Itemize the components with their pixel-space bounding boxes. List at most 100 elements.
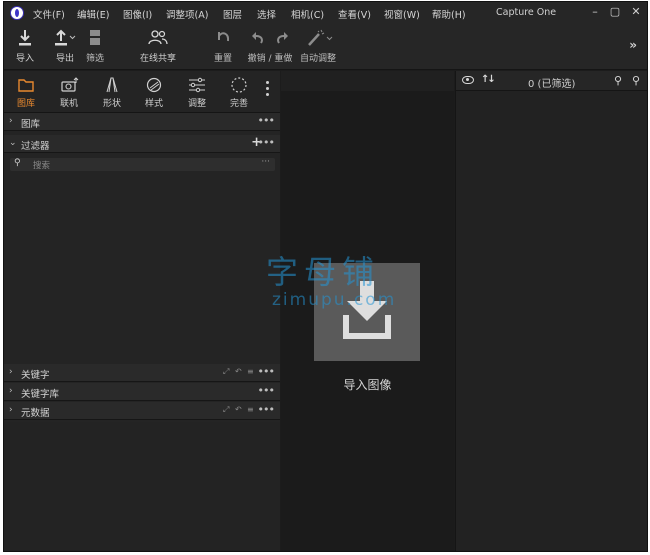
section-keywords-title: 关键字 [21, 370, 50, 381]
folder-icon [18, 79, 34, 92]
share-label: 在线共享 [140, 54, 177, 64]
expand-icon[interactable]: ⤢ [223, 405, 229, 415]
import-icon [19, 30, 31, 46]
close-button[interactable]: ✕ [629, 5, 643, 18]
menu-select[interactable]: 选择 [257, 7, 276, 21]
capture-one-window: 文件(F) 编辑(E) 图像(I) 调整项(A) 图层 选择 相机(C) 查看(… [3, 1, 648, 552]
tab-adjust[interactable]: 调整 [177, 75, 217, 109]
viewer: 导入图像 [281, 71, 454, 551]
left-tool-panel: 图库 联机 形状 样式 调整 完善 › 图库 ••• ⌄ 过滤器 + ••• ⚲… [4, 71, 280, 551]
style-icon [146, 77, 162, 93]
image-count: 0 (已筛选) [528, 79, 576, 90]
menu-image[interactable]: 图像(I) [123, 7, 152, 21]
tab-style-label: 样式 [144, 99, 163, 109]
auto-adjust-label: 自动调整 [300, 54, 337, 64]
section-metadata-title: 元数据 [21, 408, 50, 419]
chevron-right-icon: › [9, 386, 13, 396]
list-icon[interactable]: ≡ [247, 405, 254, 414]
menu-view[interactable]: 查看(V) [338, 7, 371, 21]
magic-wand-icon [308, 29, 333, 46]
tool-tabs: 图库 联机 形状 样式 调整 完善 [4, 71, 280, 113]
section-keyword-library-title: 关键字库 [21, 389, 60, 400]
tab-style[interactable]: 样式 [134, 75, 174, 109]
share-people-icon [148, 30, 168, 45]
sliders-icon [189, 77, 205, 93]
toolbar-more-button[interactable]: » [629, 38, 637, 52]
search-placeholder: 搜索 [33, 161, 51, 171]
tabs-more-icon[interactable] [266, 81, 270, 99]
tab-tether-label: 联机 [59, 99, 78, 109]
section-library-title: 图库 [21, 119, 41, 130]
reset-label: 重置 [214, 54, 233, 64]
reset-icon [218, 32, 230, 42]
camera-icon [61, 77, 79, 92]
more-dots-icon[interactable]: ••• [258, 365, 275, 378]
menu-edit[interactable]: 编辑(E) [77, 7, 109, 21]
export-button[interactable]: 导出 [52, 28, 78, 64]
filter-icon [90, 30, 100, 45]
watermark-url: zimupu.com [272, 290, 397, 310]
minimize-button[interactable]: – [588, 5, 602, 18]
tab-library-label: 图库 [16, 99, 35, 109]
chevron-right-icon: › [9, 405, 13, 415]
shape-icon [106, 77, 118, 93]
tab-tether[interactable]: 联机 [49, 75, 89, 109]
reset-button[interactable]: 重置 [214, 28, 232, 64]
expand-icon[interactable]: ⤢ [223, 367, 229, 377]
refine-icon [231, 77, 247, 93]
tab-adjust-label: 调整 [187, 99, 206, 109]
more-dots-icon[interactable]: ••• [258, 136, 275, 149]
sort-icon[interactable]: ↑↓ [481, 74, 496, 85]
share-button[interactable]: 在线共享 [140, 28, 176, 64]
auto-adjust-button[interactable]: 自动调整 [300, 28, 336, 64]
chevron-down-icon: ⌄ [9, 138, 17, 148]
filter-button[interactable]: 筛选 [86, 28, 104, 64]
section-filters[interactable]: ⌄ 过滤器 + ••• [4, 135, 280, 153]
browser-panel: ↑↓ 0 (已筛选) ⚲ ⚲ [455, 71, 647, 551]
maximize-button[interactable]: ▢ [608, 5, 622, 18]
filter-label: 筛选 [86, 54, 105, 64]
section-metadata[interactable]: › 元数据 ⤢ ↶ ≡ ••• [4, 402, 280, 420]
undo-redo-label: 撤销 / 重做 [247, 54, 293, 64]
watermark-text: 字母铺 [266, 253, 381, 291]
list-icon[interactable]: ≡ [247, 367, 254, 376]
app-logo-icon[interactable] [10, 6, 24, 20]
section-library[interactable]: › 图库 ••• [4, 113, 280, 131]
tab-refine-label: 完善 [229, 99, 248, 109]
more-dots-icon[interactable]: ••• [258, 403, 275, 416]
section-keywords[interactable]: › 关键字 ⤢ ↶ ≡ ••• [4, 364, 280, 382]
chevron-right-icon: › [9, 367, 13, 377]
menu-adjustments[interactable]: 调整项(A) [166, 7, 208, 21]
browser-toolbar: ↑↓ 0 (已筛选) ⚲ ⚲ [456, 71, 647, 91]
magnifier-zoom-icon[interactable]: ⚲ [614, 74, 622, 87]
menu-layers[interactable]: 图层 [223, 7, 242, 21]
search-icon[interactable]: ⚲ [632, 74, 640, 87]
toolbar: 导入 导出 筛选 在线共享 重置 撤销 / 重做 自动调整 » [4, 24, 647, 70]
menu-window[interactable]: 视窗(W) [384, 7, 420, 21]
undo-redo-button[interactable]: 撤销 / 重做 [246, 28, 294, 64]
import-label: 导入 [16, 54, 35, 64]
search-icon: ⚲ [14, 158, 21, 168]
menu-bar: 文件(F) 编辑(E) 图像(I) 调整项(A) 图层 选择 相机(C) 查看(… [4, 2, 647, 24]
tab-shape[interactable]: 形状 [92, 75, 132, 109]
eye-icon[interactable] [462, 76, 474, 84]
reset-small-icon[interactable]: ↶ [235, 367, 242, 376]
menu-file[interactable]: 文件(F) [33, 7, 65, 21]
tab-shape-label: 形状 [102, 99, 121, 109]
tab-library[interactable]: 图库 [6, 75, 46, 109]
section-keyword-library[interactable]: › 关键字库 ••• [4, 383, 280, 401]
viewer-top-strip [281, 71, 454, 91]
search-field[interactable]: ⚲ 搜索 ··· [10, 157, 275, 171]
app-title: Capture One [496, 7, 557, 18]
undo-redo-icon [252, 32, 288, 44]
menu-help[interactable]: 帮助(H) [432, 7, 466, 21]
export-label: 导出 [55, 54, 74, 64]
filters-list [4, 174, 280, 364]
more-dots-icon[interactable]: ••• [258, 114, 275, 127]
tab-refine[interactable]: 完善 [219, 75, 259, 109]
menu-camera[interactable]: 相机(C) [291, 7, 324, 21]
reset-small-icon[interactable]: ↶ [235, 405, 242, 414]
search-options-icon[interactable]: ··· [261, 157, 270, 167]
import-button[interactable]: 导入 [16, 28, 34, 64]
more-dots-icon[interactable]: ••• [258, 384, 275, 397]
